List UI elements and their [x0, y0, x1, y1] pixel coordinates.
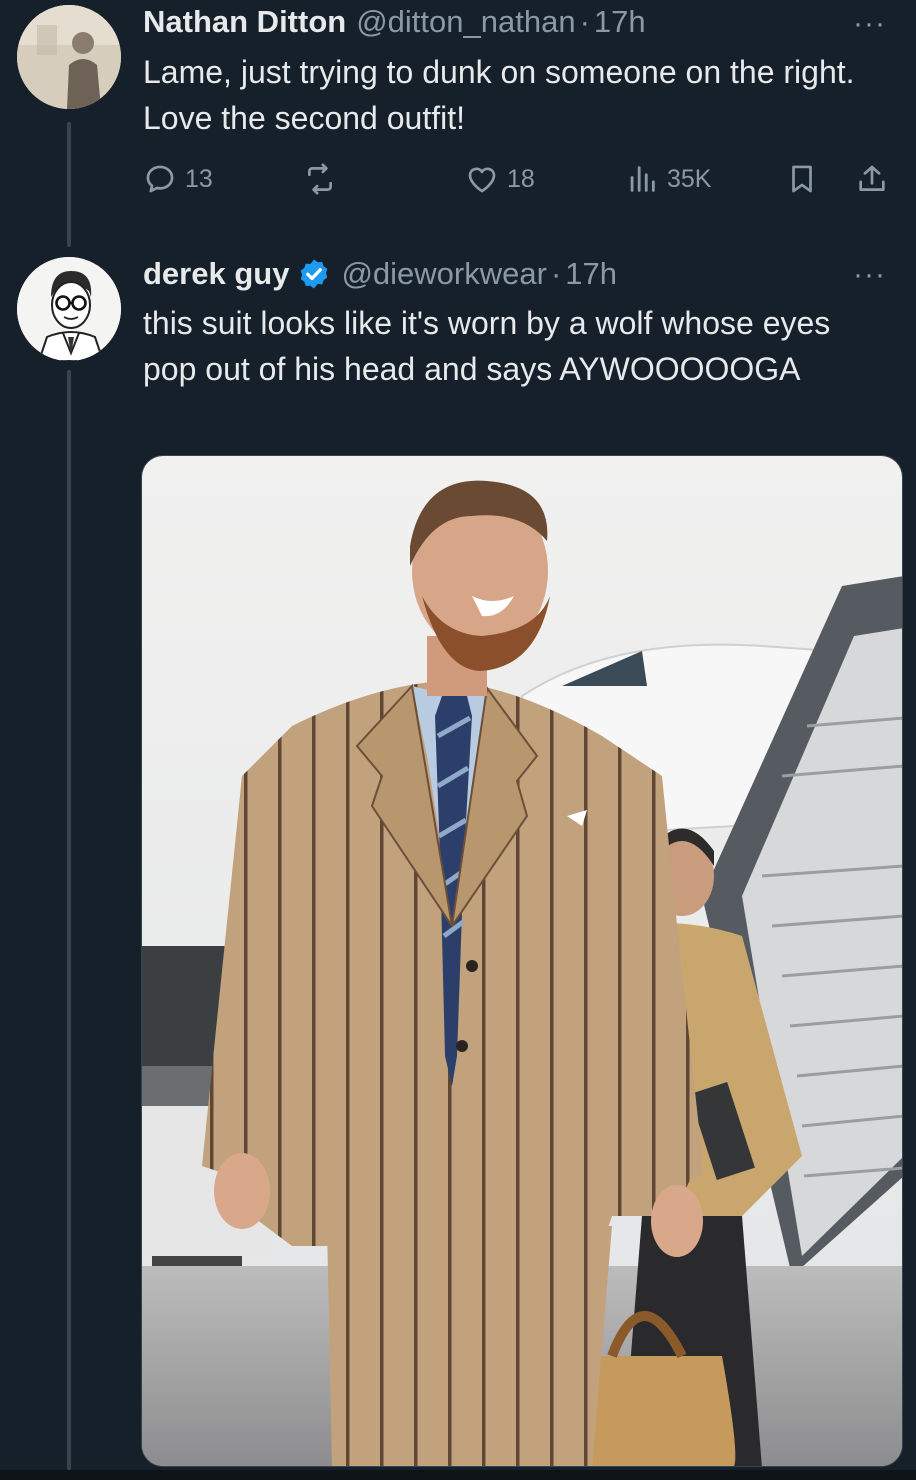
tweet-header: derek guy @dieworkwear · 17h: [143, 256, 617, 292]
retweet-icon: [308, 163, 332, 195]
tweet-text: this suit looks like it's worn by a wolf…: [143, 305, 831, 387]
separator-dot: ·: [550, 256, 562, 291]
like-button[interactable]: 18: [465, 156, 535, 202]
more-options-icon[interactable]: ···: [853, 260, 886, 290]
share-icon: [859, 165, 885, 191]
author-name[interactable]: Nathan Ditton: [143, 4, 346, 40]
bookmark-icon: [792, 165, 812, 193]
avatar-nathan-ditton[interactable]: [17, 5, 121, 109]
views-button[interactable]: 35K: [625, 156, 711, 202]
author-handle[interactable]: @dieworkwear: [341, 256, 546, 292]
author-name[interactable]: derek guy: [143, 256, 289, 292]
thread-line: [67, 122, 71, 247]
avatar-illustration-icon: [17, 257, 121, 361]
like-count: 18: [507, 164, 535, 193]
like-icon: [468, 167, 496, 193]
author-handle[interactable]: @ditton_nathan: [356, 4, 575, 40]
timestamp[interactable]: 17h: [565, 256, 617, 292]
bookmark-button[interactable]: [785, 156, 819, 202]
avatar-photo-icon: [17, 5, 121, 109]
more-options-icon[interactable]: ···: [853, 9, 886, 39]
tweet-text: Lame, just trying to dunk on someone on …: [143, 54, 855, 136]
tweet-header: Nathan Ditton @ditton_nathan · 17h: [143, 4, 646, 40]
share-button[interactable]: [855, 156, 889, 202]
timestamp[interactable]: 17h: [594, 4, 646, 40]
bottom-edge: [0, 1470, 916, 1480]
views-count: 35K: [667, 164, 712, 193]
thread-line-continuation: [67, 370, 71, 1470]
reply-icon: [146, 165, 174, 193]
reply-button[interactable]: 13: [143, 156, 213, 202]
tweet-actions: 13 18 35K: [143, 156, 903, 202]
tweet-nathan-ditton[interactable]: Nathan Ditton @ditton_nathan · 17h ··· L…: [0, 0, 916, 247]
reply-count: 13: [185, 164, 213, 193]
verified-badge-icon[interactable]: [297, 257, 331, 291]
photo-man-in-pinstripe-suit-icon: [142, 456, 902, 1466]
tweet-media-photo[interactable]: [141, 455, 903, 1467]
retweet-button[interactable]: [303, 156, 345, 202]
views-icon: [630, 166, 655, 192]
avatar-derek-guy[interactable]: [17, 257, 121, 361]
separator-dot: ·: [579, 4, 590, 39]
